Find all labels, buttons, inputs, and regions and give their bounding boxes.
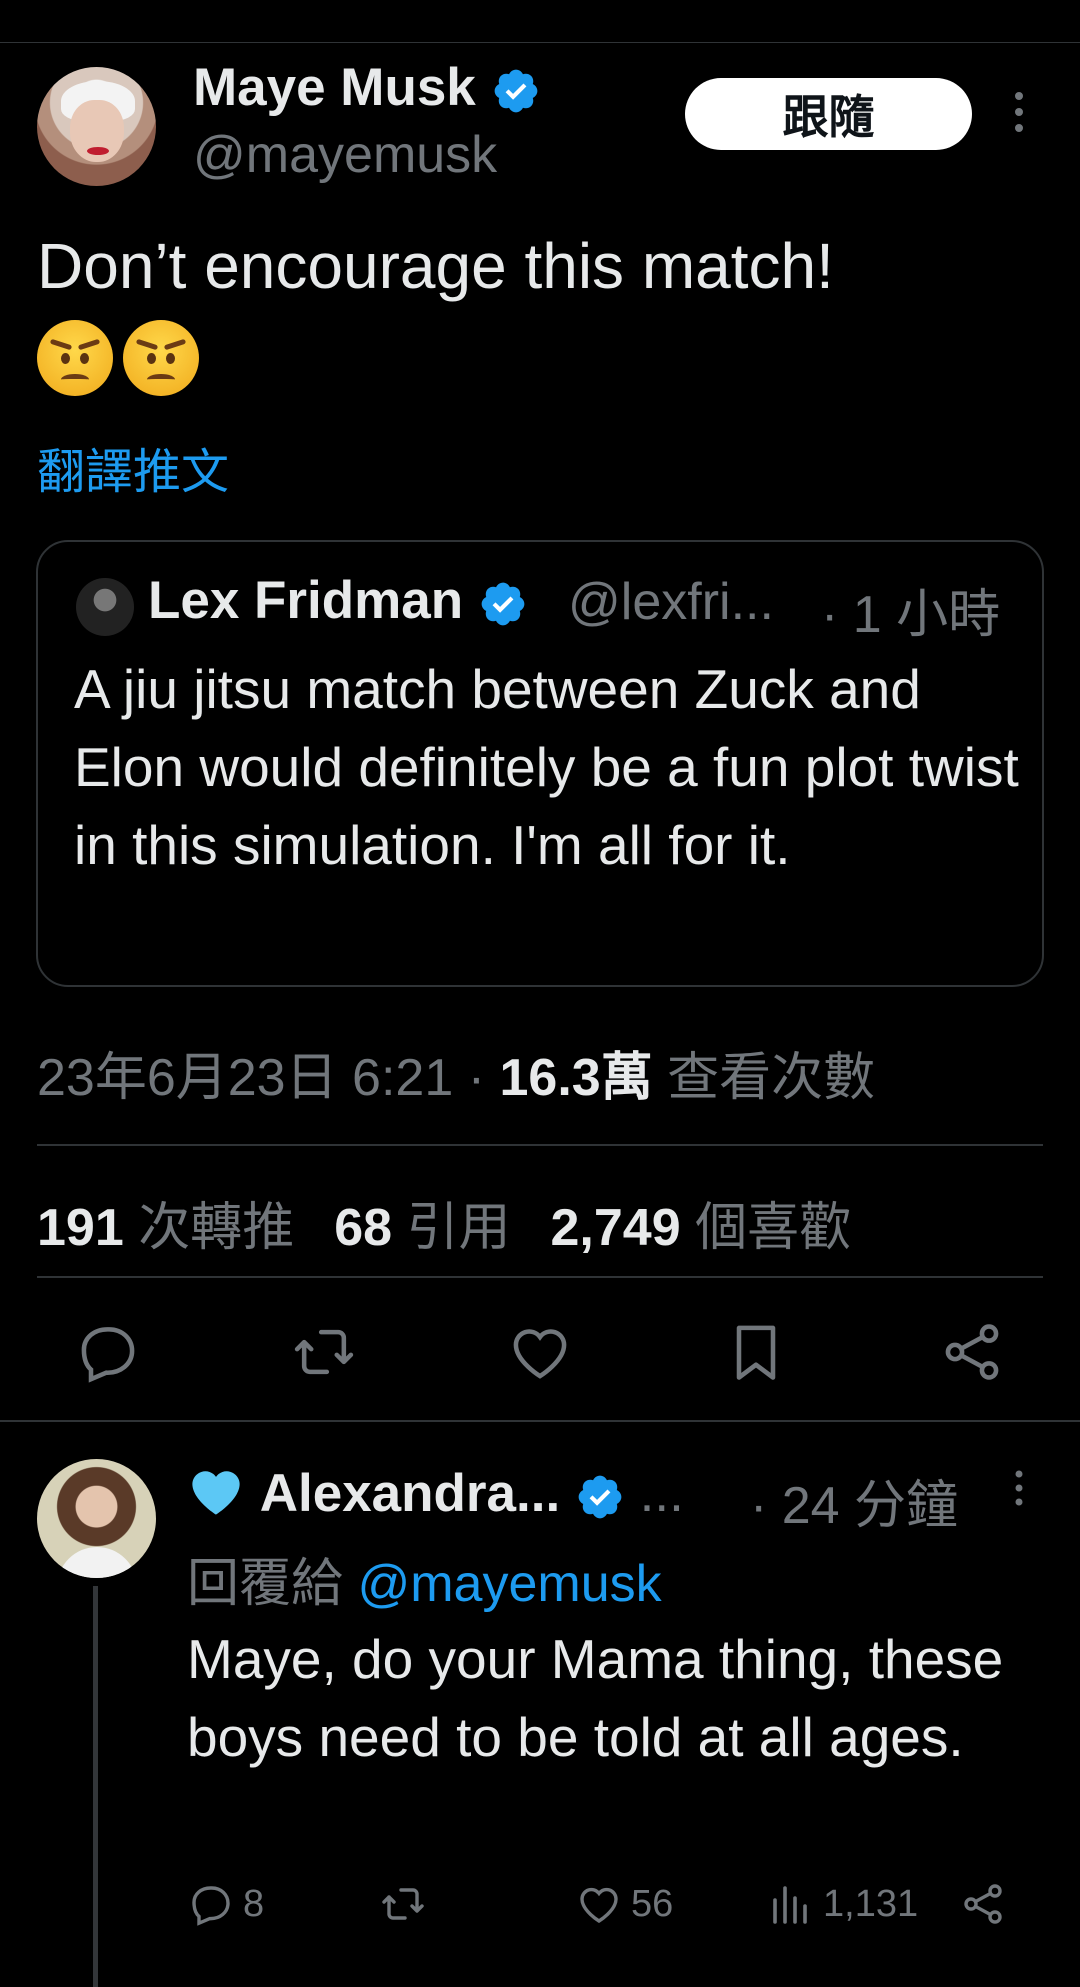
divider bbox=[37, 1276, 1043, 1278]
quoted-author-handle: @lexfri... bbox=[568, 573, 774, 631]
likes-label: 個喜歡 bbox=[680, 1199, 852, 1257]
views-bar-icon bbox=[773, 1886, 807, 1924]
reply-author-avatar[interactable] bbox=[37, 1459, 156, 1578]
translate-tweet-link[interactable]: 翻譯推文 bbox=[37, 432, 229, 502]
author-name-row[interactable]: Maye Musk bbox=[193, 57, 541, 118]
tweet-action-bar bbox=[0, 1318, 1080, 1386]
verified-badge-icon bbox=[578, 1475, 622, 1519]
heart-icon[interactable] bbox=[506, 1318, 574, 1386]
reply-timestamp[interactable]: · 24 分鐘 bbox=[750, 1463, 958, 1538]
quotes-stat[interactable]: 68 引用 bbox=[334, 1185, 510, 1260]
top-divider bbox=[0, 42, 1080, 43]
reply-count: 8 bbox=[243, 1882, 265, 1925]
more-dots-icon[interactable] bbox=[1006, 88, 1032, 136]
tweet-text: Don’t encourage this match! bbox=[37, 230, 834, 302]
retweet-icon bbox=[382, 1888, 424, 1920]
quoted-author-name: Lex Fridman bbox=[148, 571, 464, 630]
author-handle[interactable]: @mayemusk bbox=[193, 125, 497, 185]
share-icon[interactable] bbox=[938, 1318, 1006, 1386]
tweet-emojis bbox=[37, 320, 199, 396]
angry-face-emoji bbox=[123, 320, 199, 396]
likes-count: 2,749 bbox=[550, 1199, 681, 1257]
verified-badge-icon bbox=[481, 582, 525, 626]
quoted-tweet-card[interactable]: Lex Fridman @lexfri... · 1 小時 A jiu jits… bbox=[36, 540, 1044, 987]
verified-badge-icon bbox=[494, 69, 537, 113]
author-avatar[interactable] bbox=[37, 67, 156, 186]
share-icon bbox=[964, 1884, 1002, 1924]
reply-bubble-icon[interactable] bbox=[74, 1318, 142, 1386]
author-name[interactable]: Maye Musk bbox=[193, 58, 476, 117]
tweet-datetime[interactable]: 23年6月23日 6:21 bbox=[37, 1049, 453, 1107]
views-label: 查看次數 bbox=[652, 1049, 876, 1107]
reply-share-button[interactable] bbox=[959, 1880, 1007, 1928]
reply-bubble-icon bbox=[192, 1886, 230, 1926]
reply-text: Maye, do your Mama thing, these boys nee… bbox=[187, 1628, 1004, 1768]
reply-author-name[interactable]: Alexandra... bbox=[260, 1464, 560, 1523]
section-divider bbox=[0, 1420, 1080, 1422]
retweets-stat[interactable]: 191 次轉推 bbox=[37, 1185, 294, 1260]
meta-separator: · bbox=[453, 1049, 500, 1107]
engagement-stats: 191 次轉推 68 引用 2,749 個喜歡 bbox=[37, 1185, 891, 1260]
quoted-tweet-text: A jiu jitsu match between Zuck and Elon … bbox=[74, 658, 1019, 876]
reply-views-count: 1,131 bbox=[823, 1882, 919, 1925]
replying-mention-link[interactable]: @mayemusk bbox=[357, 1555, 661, 1613]
blue-heart-emoji bbox=[192, 1471, 240, 1515]
reply-action-bar: 8 56 1,131 bbox=[187, 1880, 1047, 1932]
quotes-label: 引用 bbox=[392, 1199, 511, 1257]
views-count: 16.3萬 bbox=[499, 1049, 653, 1107]
reply-views-button[interactable]: 1,131 bbox=[767, 1880, 918, 1928]
reply-like-count: 56 bbox=[631, 1882, 674, 1925]
retweets-count: 191 bbox=[37, 1199, 124, 1257]
reply-handle-truncated: ... bbox=[639, 1464, 684, 1523]
quoted-author-row: Lex Fridman bbox=[148, 570, 528, 631]
quotes-count: 68 bbox=[334, 1199, 393, 1257]
heart-icon bbox=[580, 1887, 618, 1923]
tweet-meta: 23年6月23日 6:21 · 16.3萬 查看次數 bbox=[37, 1035, 875, 1110]
likes-stat[interactable]: 2,749 個喜歡 bbox=[551, 1185, 852, 1260]
retweet-icon[interactable] bbox=[290, 1318, 358, 1386]
replying-label: 回覆給 bbox=[187, 1555, 358, 1613]
thread-line bbox=[93, 1586, 98, 1987]
follow-button[interactable]: 跟隨 bbox=[685, 78, 972, 150]
reply-reply-button[interactable]: 8 bbox=[187, 1880, 264, 1928]
reply-like-button[interactable]: 56 bbox=[575, 1880, 673, 1928]
quoted-timestamp: · 1 小時 bbox=[821, 586, 1001, 644]
reply-author-row[interactable]: Alexandra... ... bbox=[187, 1463, 684, 1524]
reply-retweet-button[interactable] bbox=[379, 1880, 427, 1928]
retweets-label: 次轉推 bbox=[123, 1199, 295, 1257]
replying-to: 回覆給 @mayemusk bbox=[187, 1541, 662, 1616]
more-dots-icon[interactable] bbox=[1006, 1468, 1032, 1508]
bookmark-icon[interactable] bbox=[722, 1318, 790, 1386]
quoted-author-avatar bbox=[76, 578, 134, 636]
angry-face-emoji bbox=[37, 320, 113, 396]
divider bbox=[37, 1144, 1043, 1146]
